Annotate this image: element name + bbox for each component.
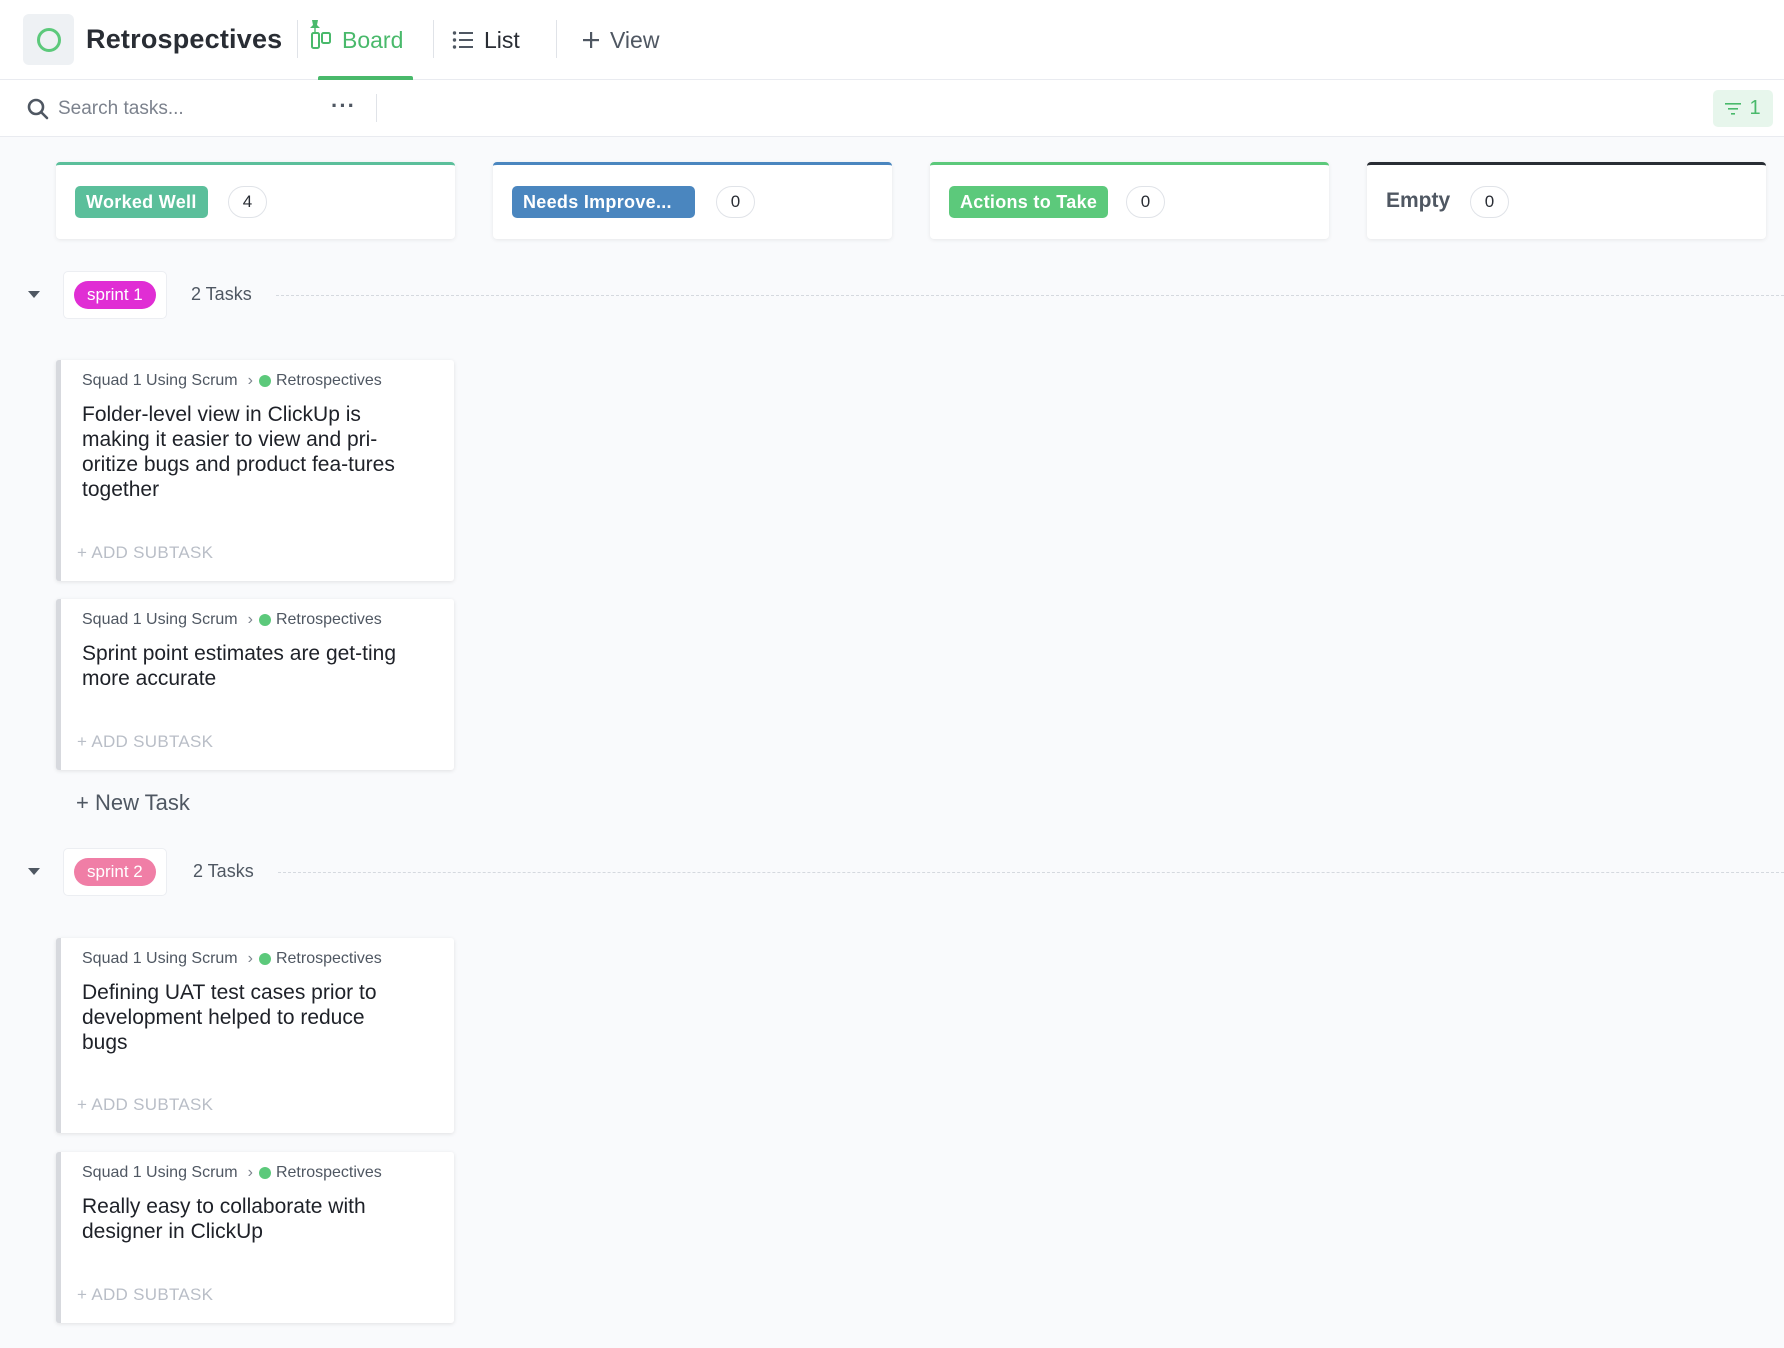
task-title[interactable]: Folder-level view in ClickUp is making i… xyxy=(82,402,412,502)
filter-icon xyxy=(1725,102,1742,115)
breadcrumb-list[interactable]: Retrospectives xyxy=(276,950,382,968)
column-empty[interactable]: Empty 0 xyxy=(1367,162,1766,239)
status-pill: Worked Well xyxy=(75,186,208,218)
column-worked-well[interactable]: Worked Well 4 xyxy=(56,162,455,239)
group-tag-container[interactable]: sprint 2 xyxy=(63,848,167,896)
board-icon xyxy=(310,29,332,51)
chevron-right-icon: › xyxy=(247,372,253,389)
task-breadcrumb: Squad 1 Using Scrum › Retrospectives xyxy=(82,611,382,629)
toolbar-divider xyxy=(376,94,377,122)
board-toolbar: ··· 1 xyxy=(0,80,1784,137)
status-dot-icon xyxy=(258,1167,271,1179)
add-subtask-button[interactable]: + ADD SUBTASK xyxy=(77,732,213,752)
task-title[interactable]: Really easy to collaborate with designer… xyxy=(82,1194,412,1244)
column-count: 0 xyxy=(1126,186,1165,218)
task-card[interactable]: Squad 1 Using Scrum › Retrospectives Rea… xyxy=(56,1152,454,1323)
status-dot-icon xyxy=(258,953,271,965)
filter-button[interactable]: 1 xyxy=(1713,90,1773,127)
add-subtask-button[interactable]: + ADD SUBTASK xyxy=(77,1285,213,1305)
tab-divider xyxy=(433,20,434,58)
column-actions-to-take[interactable]: Actions to Take 0 xyxy=(930,162,1329,239)
column-count: 4 xyxy=(228,186,267,218)
list-icon xyxy=(452,30,474,50)
status-dot-icon xyxy=(258,614,271,626)
status-pill: Needs Improve... xyxy=(512,186,695,218)
header-divider xyxy=(297,20,298,58)
task-card[interactable]: Squad 1 Using Scrum › Retrospectives Fol… xyxy=(56,360,454,581)
breadcrumb-space[interactable]: Squad 1 Using Scrum xyxy=(82,372,238,390)
add-view-button[interactable]: View xyxy=(582,0,659,80)
top-header: Retrospectives Board List View xyxy=(0,0,1784,80)
collapse-caret-icon[interactable] xyxy=(28,868,40,875)
breadcrumb-list[interactable]: Retrospectives xyxy=(276,372,382,390)
plus-icon xyxy=(582,31,600,49)
chevron-right-icon: › xyxy=(247,950,253,967)
group-task-count: 2 Tasks xyxy=(193,861,254,881)
breadcrumb-list[interactable]: Retrospectives xyxy=(276,611,382,629)
page-title: Retrospectives xyxy=(86,24,283,54)
task-breadcrumb: Squad 1 Using Scrum › Retrospectives xyxy=(82,1164,382,1182)
breadcrumb-space[interactable]: Squad 1 Using Scrum xyxy=(82,611,238,629)
group-divider-line xyxy=(276,295,1784,296)
circle-icon xyxy=(36,27,61,52)
group-header-sprint-1: sprint 1 2 Tasks xyxy=(0,271,1784,319)
chevron-right-icon: › xyxy=(247,611,253,628)
tab-divider xyxy=(556,20,557,58)
column-count: 0 xyxy=(716,186,755,218)
chevron-right-icon: › xyxy=(247,1164,253,1181)
group-divider-line xyxy=(278,872,1784,873)
group-tag-container[interactable]: sprint 1 xyxy=(63,271,167,319)
tab-board[interactable]: Board xyxy=(310,0,403,80)
tab-list[interactable]: List xyxy=(452,0,520,80)
list-status-icon[interactable] xyxy=(23,14,74,65)
status-label: Empty xyxy=(1386,189,1451,212)
sprint-tag: sprint 1 xyxy=(74,281,156,309)
status-dot-icon xyxy=(258,375,271,387)
breadcrumb-space[interactable]: Squad 1 Using Scrum xyxy=(82,950,238,968)
search-input[interactable] xyxy=(58,94,318,124)
more-options-button[interactable]: ··· xyxy=(331,95,356,117)
task-card[interactable]: Squad 1 Using Scrum › Retrospectives Def… xyxy=(56,938,454,1133)
task-title[interactable]: Defining UAT test cases prior to develop… xyxy=(82,980,412,1055)
task-breadcrumb: Squad 1 Using Scrum › Retrospectives xyxy=(82,950,382,968)
sprint-tag: sprint 2 xyxy=(74,858,156,886)
task-title[interactable]: Sprint point estimates are get-ting more… xyxy=(82,641,412,691)
search-icon xyxy=(27,98,49,120)
status-pill: Actions to Take xyxy=(949,186,1109,218)
breadcrumb-list[interactable]: Retrospectives xyxy=(276,1164,382,1182)
breadcrumb-space[interactable]: Squad 1 Using Scrum xyxy=(82,1164,238,1182)
group-task-count: 2 Tasks xyxy=(191,284,252,304)
column-count: 0 xyxy=(1470,186,1509,218)
tab-board-label: Board xyxy=(342,26,404,53)
tab-list-label: List xyxy=(484,26,520,53)
task-breadcrumb: Squad 1 Using Scrum › Retrospectives xyxy=(82,372,382,390)
new-task-button[interactable]: + New Task xyxy=(76,790,190,816)
filter-count: 1 xyxy=(1749,97,1761,119)
collapse-caret-icon[interactable] xyxy=(28,291,40,298)
task-card[interactable]: Squad 1 Using Scrum › Retrospectives Spr… xyxy=(56,599,454,770)
add-view-label: View xyxy=(610,26,660,53)
column-needs-improvement[interactable]: Needs Improve... 0 xyxy=(493,162,892,239)
group-header-sprint-2: sprint 2 2 Tasks xyxy=(0,848,1784,896)
add-subtask-button[interactable]: + ADD SUBTASK xyxy=(77,543,213,563)
add-subtask-button[interactable]: + ADD SUBTASK xyxy=(77,1095,213,1115)
